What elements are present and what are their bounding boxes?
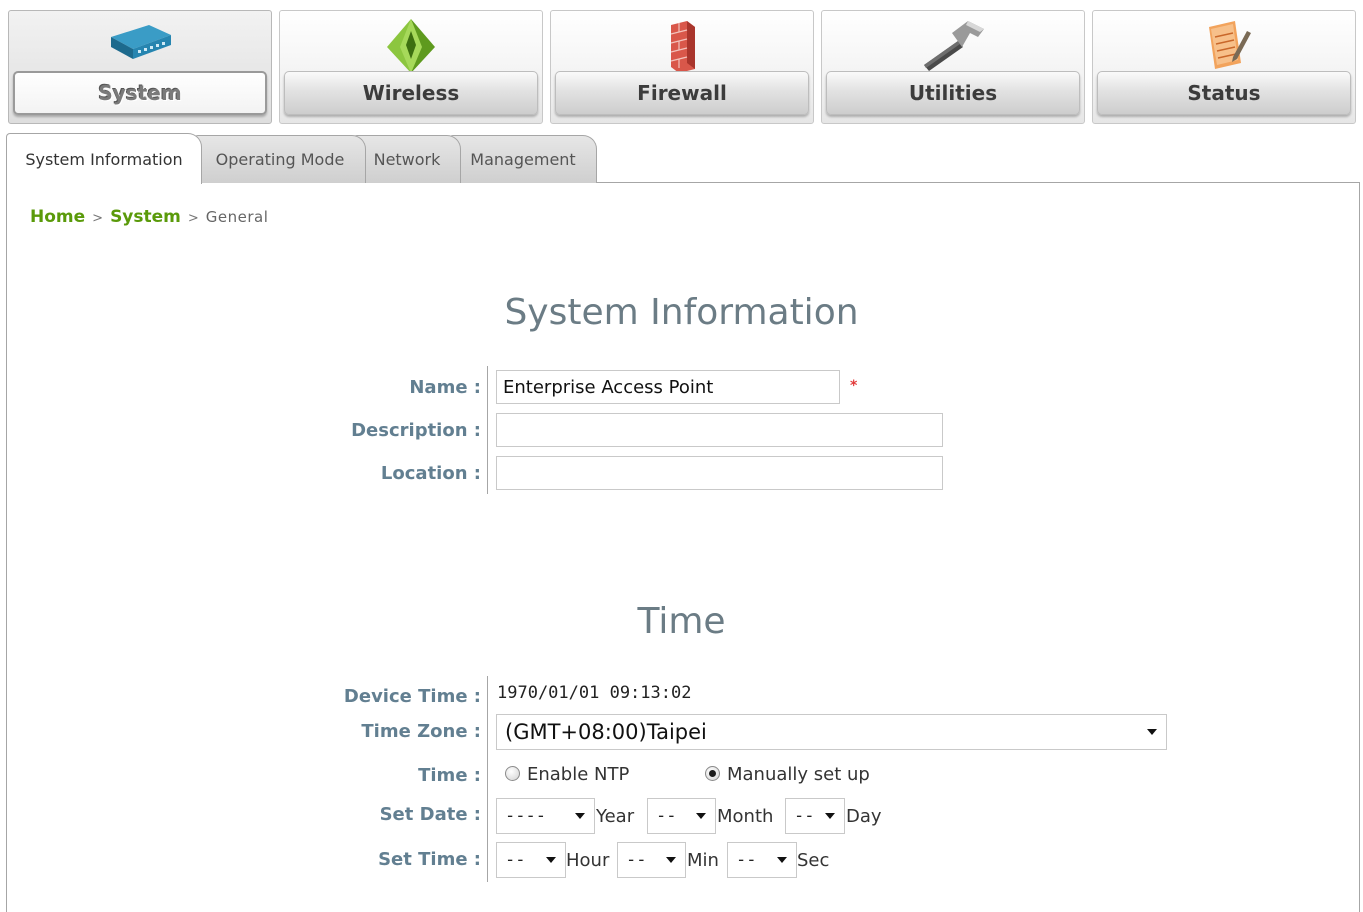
chevron-down-icon: [575, 813, 585, 819]
location-input[interactable]: [496, 456, 943, 490]
router-icon: [105, 17, 175, 73]
time-title: Time: [637, 601, 726, 642]
chevron-down-icon: [666, 857, 676, 863]
min-unit-label: Min: [687, 850, 719, 871]
sec-unit-label: Sec: [797, 850, 830, 871]
tab-network[interactable]: Network: [353, 135, 461, 183]
day-select[interactable]: --: [785, 798, 845, 834]
chevron-down-icon: [1147, 729, 1157, 735]
enable-ntp-label[interactable]: Enable NTP: [527, 764, 629, 785]
brick-wall-icon: [647, 17, 717, 73]
breadcrumb: Home > System > General: [30, 207, 268, 227]
time-zone-label: Time Zone :: [361, 721, 481, 742]
month-value: --: [656, 806, 677, 826]
nav-status-button[interactable]: Status: [1092, 10, 1356, 124]
nav-wireless-label: Wireless: [284, 71, 538, 115]
nav-wireless-button[interactable]: Wireless: [279, 10, 543, 124]
nav-firewall-label: Firewall: [555, 71, 809, 115]
breadcrumb-system-link[interactable]: System: [110, 207, 181, 227]
min-value: --: [626, 850, 647, 870]
nav-utilities-button[interactable]: Utilities: [821, 10, 1085, 124]
time-label: Time :: [418, 765, 481, 786]
device-time-value: 1970/01/01 09:13:02: [497, 683, 692, 703]
notepad-pencil-icon: [1189, 17, 1259, 73]
required-marker: *: [850, 378, 858, 394]
day-unit-label: Day: [846, 806, 882, 827]
breadcrumb-separator: >: [92, 211, 104, 226]
hour-value: --: [505, 850, 526, 870]
tab-bar: Management Network Operating Mode System…: [6, 133, 626, 184]
chevron-down-icon: [696, 813, 706, 819]
sec-select[interactable]: --: [727, 842, 797, 878]
system-information-title: System Information: [504, 292, 859, 333]
nav-status-label: Status: [1097, 71, 1351, 115]
tab-operating-mode[interactable]: Operating Mode: [194, 135, 366, 183]
month-unit-label: Month: [717, 806, 774, 827]
nav-system-label: System: [13, 71, 267, 115]
device-time-label: Device Time :: [343, 686, 481, 707]
set-date-label: Set Date :: [379, 804, 481, 825]
manual-setup-radio[interactable]: [705, 766, 720, 781]
chevron-down-icon: [777, 857, 787, 863]
breadcrumb-separator: >: [187, 211, 199, 226]
year-unit-label: Year: [596, 806, 635, 827]
chevron-down-icon: [546, 857, 556, 863]
time-zone-select[interactable]: (GMT+08:00)Taipei: [496, 714, 1167, 750]
name-label: Name :: [409, 377, 481, 398]
wireless-pyramid-icon: [376, 17, 446, 73]
form-divider: [487, 676, 488, 882]
manual-setup-label[interactable]: Manually set up: [727, 764, 870, 785]
month-select[interactable]: --: [647, 798, 716, 834]
year-value: ----: [505, 806, 546, 826]
hour-select[interactable]: --: [496, 842, 566, 878]
time-zone-value: (GMT+08:00)Taipei: [505, 720, 707, 744]
set-time-label: Set Time :: [378, 849, 481, 870]
chevron-down-icon: [825, 813, 835, 819]
nav-system-button[interactable]: System: [8, 10, 272, 124]
breadcrumb-current: General: [205, 208, 269, 226]
nav-utilities-label: Utilities: [826, 71, 1080, 115]
hammer-icon: [918, 17, 988, 73]
location-label: Location :: [380, 463, 481, 484]
day-value: --: [794, 806, 815, 826]
year-select[interactable]: ----: [496, 798, 595, 834]
min-select[interactable]: --: [617, 842, 686, 878]
hour-unit-label: Hour: [566, 850, 610, 871]
tab-system-information[interactable]: System Information: [6, 133, 202, 184]
description-input[interactable]: [496, 413, 943, 447]
name-input[interactable]: Enterprise Access Point: [496, 370, 840, 404]
description-label: Description :: [351, 420, 481, 441]
nav-firewall-button[interactable]: Firewall: [550, 10, 814, 124]
top-navigation: System Wireless Firewall Utilities Statu…: [8, 10, 1356, 126]
breadcrumb-home-link[interactable]: Home: [30, 207, 85, 227]
form-divider: [487, 366, 488, 494]
sec-value: --: [736, 850, 757, 870]
enable-ntp-radio[interactable]: [505, 766, 520, 781]
tab-management[interactable]: Management: [449, 135, 597, 183]
